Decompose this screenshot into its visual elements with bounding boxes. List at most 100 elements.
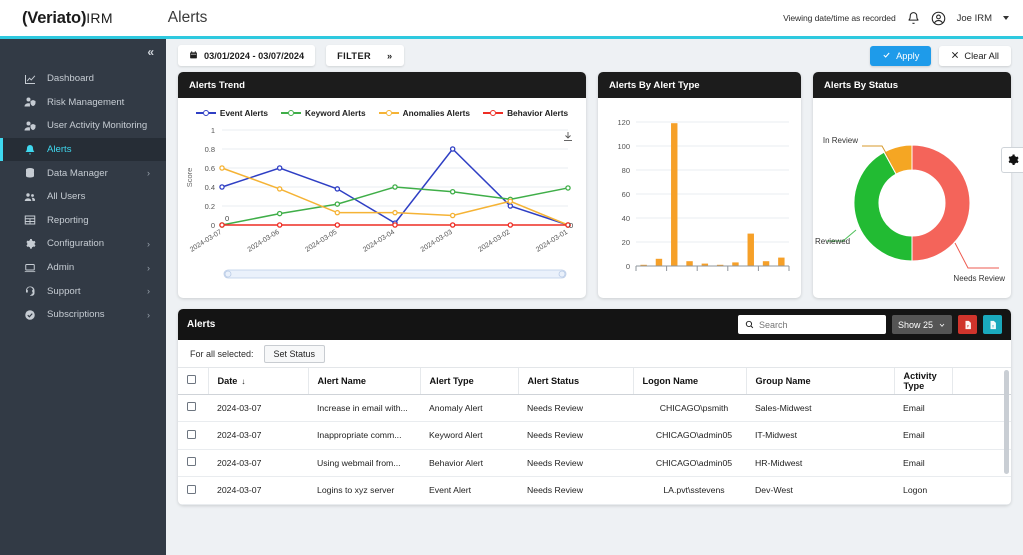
user-avatar-icon[interactable] [931, 11, 946, 26]
clear-all-button[interactable]: Clear All [939, 46, 1011, 66]
sidebar-item-configuration[interactable]: Configuration› [0, 232, 166, 256]
svg-text:0.2: 0.2 [205, 202, 215, 211]
svg-text:60: 60 [622, 190, 630, 199]
column-header-logon-name[interactable]: Logon Name [633, 368, 746, 394]
sidebar-collapse-row: « [0, 39, 166, 64]
excel-export-icon[interactable]: X [983, 315, 1002, 334]
search-input[interactable] [759, 320, 877, 330]
table-vertical-scrollbar[interactable] [1004, 370, 1009, 474]
column-header-alert-status[interactable]: Alert Status [518, 368, 633, 394]
legend-item-keyword-alerts[interactable]: Keyword Alerts [281, 108, 366, 118]
filter-button[interactable]: FILTER » [326, 45, 403, 66]
sidebar-item-reporting[interactable]: Reporting [0, 209, 166, 233]
select-all-header [178, 368, 208, 394]
legend-item-behavior-alerts[interactable]: Behavior Alerts [483, 108, 568, 118]
cell-alert-status: Needs Review [518, 422, 633, 450]
page-title: Alerts [168, 9, 208, 27]
cell-logon-name: CHICAGO\psmith [633, 394, 746, 422]
column-header-group-name[interactable]: Group Name [746, 368, 894, 394]
legend-item-event-alerts[interactable]: Event Alerts [196, 108, 268, 118]
cell-alert-status: Needs Review [518, 477, 633, 505]
pdf-export-icon[interactable]: P [958, 315, 977, 334]
sidebar-item-all-users[interactable]: All Users [0, 185, 166, 209]
svg-text:0.8: 0.8 [205, 145, 215, 154]
legend-marker [196, 110, 216, 116]
column-header-date[interactable]: Date↓ [208, 368, 308, 394]
laptop-icon [24, 262, 40, 274]
row-select-cell [178, 422, 208, 450]
bell-icon[interactable] [907, 11, 920, 25]
apply-button[interactable]: Apply [870, 46, 931, 66]
sidebar-nav: Dashboard Risk ManagementUser Activity Mo… [0, 67, 166, 327]
cell-logon-name: LA.pvt\sstevens [633, 477, 746, 505]
alerts-by-type-title: Alerts By Alert Type [598, 72, 801, 98]
page-size-select[interactable]: Show 25 [892, 315, 952, 334]
gear-icon[interactable] [1001, 147, 1023, 173]
legend-label: Event Alerts [220, 108, 268, 118]
cell-spacer [953, 394, 1012, 422]
alerts-table-head-row: Date↓Alert NameAlert TypeAlert StatusLog… [178, 368, 1011, 394]
sidebar-item-dashboard[interactable]: Dashboard [0, 67, 166, 91]
search-icon [745, 316, 754, 334]
column-header-alert-type[interactable]: Alert Type [420, 368, 518, 394]
row-checkbox[interactable] [187, 430, 196, 439]
svg-text:In Review: In Review [823, 136, 858, 145]
row-checkbox[interactable] [187, 402, 196, 411]
date-range-picker[interactable]: 03/01/2024 - 03/07/2024 [178, 45, 315, 66]
sidebar-item-user-activity-monitoring[interactable]: User Activity Monitoring [0, 114, 166, 138]
users-icon [24, 191, 40, 203]
svg-text:0: 0 [626, 262, 630, 271]
sidebar-item-support[interactable]: Support› [0, 279, 166, 303]
user-name[interactable]: Joe IRM [957, 13, 992, 24]
svg-text:0: 0 [569, 221, 573, 230]
alerts-table-card: Alerts Show 25 P [178, 309, 1011, 505]
legend-marker [379, 110, 399, 116]
select-all-checkbox[interactable] [187, 375, 196, 384]
row-checkbox[interactable] [187, 457, 196, 466]
alerts-by-status-body: In ReviewReviewedNeeds Review [813, 98, 1011, 298]
legend-label: Behavior Alerts [507, 108, 568, 118]
svg-text:120: 120 [617, 118, 630, 127]
sidebar-item-alerts[interactable]: Alerts [0, 138, 166, 162]
svg-text:0: 0 [211, 221, 215, 230]
svg-text:0.4: 0.4 [205, 183, 215, 192]
sidebar-item-label: Support [47, 286, 81, 297]
svg-text:2024-03-01: 2024-03-01 [535, 229, 569, 254]
svg-text:80: 80 [622, 166, 630, 175]
alerts-by-status-card: Alerts By Status In ReviewReviewedNeeds … [813, 72, 1011, 298]
brand-logo[interactable]: (Veriato)IRM [22, 9, 113, 28]
sidebar-item-subscriptions[interactable]: Subscriptions› [0, 303, 166, 327]
cell-spacer [953, 477, 1012, 505]
column-header-spacer [953, 368, 1012, 394]
legend-item-anomalies-alerts[interactable]: Anomalies Alerts [379, 108, 470, 118]
viewing-mode-note: Viewing date/time as recorded [783, 13, 896, 23]
sidebar-item-admin[interactable]: Admin› [0, 256, 166, 280]
row-checkbox[interactable] [187, 485, 196, 494]
sidebar-item-data-manager[interactable]: Data Manager› [0, 161, 166, 185]
cell-group-name: IT-Midwest [746, 422, 894, 450]
sidebar-item-label: Dashboard [47, 73, 94, 84]
svg-text:2024-03-07: 2024-03-07 [189, 229, 223, 254]
cell-activity-type: Email [894, 422, 953, 450]
search-box[interactable] [738, 315, 886, 334]
set-status-button[interactable]: Set Status [264, 345, 326, 363]
table-row[interactable]: 2024-03-07Increase in email with...Anoma… [178, 394, 1011, 422]
column-header-alert-name[interactable]: Alert Name [308, 368, 420, 394]
table-row[interactable]: 2024-03-07Using webmail from...Behavior … [178, 449, 1011, 477]
chevron-down-icon[interactable] [1003, 16, 1009, 20]
cell-alert-type: Anomaly Alert [420, 394, 518, 422]
legend-marker [483, 110, 503, 116]
calendar-icon [189, 50, 198, 62]
page-size-label: Show 25 [898, 320, 933, 330]
download-icon[interactable] [562, 130, 574, 148]
alerts-by-type-chart: 020406080100120 [598, 98, 801, 298]
table-row[interactable]: 2024-03-07Inappropriate comm...Keyword A… [178, 422, 1011, 450]
row-select-cell [178, 394, 208, 422]
alerts-table: Date↓Alert NameAlert TypeAlert StatusLog… [178, 368, 1011, 505]
column-header-activity-type[interactable]: Activity Type [894, 368, 953, 394]
table-row[interactable]: 2024-03-07Logins to xyz serverEvent Aler… [178, 477, 1011, 505]
check-icon [882, 51, 891, 61]
sidebar-collapse-button[interactable]: « [147, 46, 154, 58]
bell-icon [24, 144, 40, 156]
sidebar-item-risk-management[interactable]: Risk Management [0, 91, 166, 115]
